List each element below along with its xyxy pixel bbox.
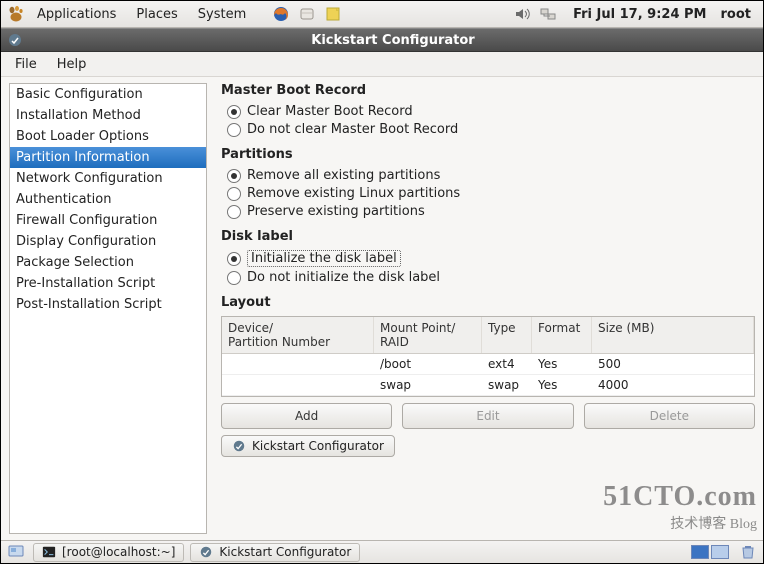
radio-clear-mbr[interactable]: Clear Master Boot Record bbox=[227, 104, 755, 119]
cell-mount: /boot bbox=[374, 354, 482, 374]
workspace-switcher[interactable] bbox=[691, 545, 729, 559]
menu-file[interactable]: File bbox=[5, 54, 47, 75]
trash-icon[interactable] bbox=[739, 543, 757, 561]
radio-label: Initialize the disk label bbox=[247, 250, 401, 267]
show-desktop-icon[interactable] bbox=[7, 543, 25, 561]
radio-icon bbox=[227, 169, 241, 183]
radio-label: Do not clear Master Boot Record bbox=[247, 122, 458, 137]
status-pill[interactable]: Kickstart Configurator bbox=[221, 435, 395, 457]
window-body: Basic Configuration Installation Method … bbox=[1, 77, 763, 540]
header-device[interactable]: Device/Partition Number bbox=[222, 317, 374, 353]
layout-header: Device/Partition Number Mount Point/RAID… bbox=[222, 317, 754, 354]
cell-format: Yes bbox=[532, 354, 592, 374]
task-terminal[interactable]: [root@localhost:~] bbox=[33, 543, 184, 562]
radio-icon bbox=[227, 123, 241, 137]
header-mount[interactable]: Mount Point/RAID bbox=[374, 317, 482, 353]
radio-icon bbox=[227, 271, 241, 285]
cell-mount: swap bbox=[374, 375, 482, 395]
nautilus-icon[interactable] bbox=[298, 5, 316, 23]
radio-icon bbox=[227, 105, 241, 119]
cell-device bbox=[222, 354, 374, 374]
kickstart-icon bbox=[199, 545, 213, 559]
table-row[interactable]: /boot ext4 Yes 500 bbox=[222, 354, 754, 375]
radio-label: Preserve existing partitions bbox=[247, 204, 425, 219]
panel-menu-system[interactable]: System bbox=[190, 4, 254, 25]
header-type[interactable]: Type bbox=[482, 317, 532, 353]
radio-icon bbox=[227, 205, 241, 219]
cell-format: Yes bbox=[532, 375, 592, 395]
sidebar-item-authentication[interactable]: Authentication bbox=[10, 189, 206, 210]
section-partitions-title: Partitions bbox=[221, 147, 755, 162]
cell-size: 500 bbox=[592, 354, 754, 374]
cell-device bbox=[222, 375, 374, 395]
sidebar: Basic Configuration Installation Method … bbox=[9, 83, 207, 534]
radio-label: Do not initialize the disk label bbox=[247, 270, 440, 285]
sidebar-item-boot-loader-options[interactable]: Boot Loader Options bbox=[10, 126, 206, 147]
sidebar-item-post-installation-script[interactable]: Post-Installation Script bbox=[10, 294, 206, 315]
sidebar-item-network-configuration[interactable]: Network Configuration bbox=[10, 168, 206, 189]
kickstart-icon bbox=[232, 439, 246, 453]
panel-menu-applications[interactable]: Applications bbox=[29, 4, 124, 25]
sidebar-item-installation-method[interactable]: Installation Method bbox=[10, 105, 206, 126]
cell-type: swap bbox=[482, 375, 532, 395]
section-mbr-title: Master Boot Record bbox=[221, 83, 755, 98]
sidebar-item-package-selection[interactable]: Package Selection bbox=[10, 252, 206, 273]
menubar: File Help bbox=[1, 52, 763, 77]
task-kickstart[interactable]: Kickstart Configurator bbox=[190, 543, 360, 562]
radio-label: Clear Master Boot Record bbox=[247, 104, 413, 119]
radio-initialize-disk-label[interactable]: Initialize the disk label bbox=[227, 250, 755, 267]
sidebar-item-pre-installation-script[interactable]: Pre-Installation Script bbox=[10, 273, 206, 294]
radio-icon bbox=[227, 252, 241, 266]
sidebar-item-basic-configuration[interactable]: Basic Configuration bbox=[10, 84, 206, 105]
radio-do-not-clear-mbr[interactable]: Do not clear Master Boot Record bbox=[227, 122, 755, 137]
radio-label: Remove all existing partitions bbox=[247, 168, 440, 183]
edit-button[interactable]: Edit bbox=[402, 403, 573, 429]
panel-user[interactable]: root bbox=[721, 7, 758, 22]
top-panel: Applications Places System Fri Jul 17, 9… bbox=[1, 1, 763, 28]
panel-menu-places[interactable]: Places bbox=[128, 4, 185, 25]
terminal-icon bbox=[42, 545, 56, 559]
sidebar-item-partition-information[interactable]: Partition Information bbox=[10, 147, 206, 168]
radio-remove-all-partitions[interactable]: Remove all existing partitions bbox=[227, 168, 755, 183]
note-icon[interactable] bbox=[324, 5, 342, 23]
kickstart-icon bbox=[7, 32, 23, 48]
task-label: [root@localhost:~] bbox=[62, 545, 175, 559]
window-titlebar[interactable]: Kickstart Configurator bbox=[1, 28, 763, 52]
add-button[interactable]: Add bbox=[221, 403, 392, 429]
radio-preserve-partitions[interactable]: Preserve existing partitions bbox=[227, 204, 755, 219]
header-size[interactable]: Size (MB) bbox=[592, 317, 754, 353]
section-disklabel-title: Disk label bbox=[221, 229, 755, 244]
layout-buttons: Add Edit Delete bbox=[221, 403, 755, 429]
sidebar-item-firewall-configuration[interactable]: Firewall Configuration bbox=[10, 210, 206, 231]
radio-do-not-initialize-disk-label[interactable]: Do not initialize the disk label bbox=[227, 270, 755, 285]
task-label: Kickstart Configurator bbox=[219, 545, 351, 559]
workspace-1[interactable] bbox=[691, 545, 709, 559]
network-icon[interactable] bbox=[539, 5, 557, 23]
menu-help[interactable]: Help bbox=[47, 54, 97, 75]
sidebar-item-display-configuration[interactable]: Display Configuration bbox=[10, 231, 206, 252]
volume-icon[interactable] bbox=[513, 5, 531, 23]
delete-button[interactable]: Delete bbox=[584, 403, 755, 429]
layout-rows: /boot ext4 Yes 500 swap swap Yes 4000 bbox=[222, 354, 754, 396]
table-row[interactable]: swap swap Yes 4000 bbox=[222, 375, 754, 396]
cell-type: ext4 bbox=[482, 354, 532, 374]
cell-size: 4000 bbox=[592, 375, 754, 395]
radio-icon bbox=[227, 187, 241, 201]
header-format[interactable]: Format bbox=[532, 317, 592, 353]
layout-table: Device/Partition Number Mount Point/RAID… bbox=[221, 316, 755, 397]
window-title: Kickstart Configurator bbox=[29, 33, 757, 48]
firefox-icon[interactable] bbox=[272, 5, 290, 23]
main-content: Master Boot Record Clear Master Boot Rec… bbox=[207, 77, 763, 540]
status-label: Kickstart Configurator bbox=[252, 439, 384, 453]
bottom-panel: [root@localhost:~] Kickstart Configurato… bbox=[1, 540, 763, 563]
radio-label: Remove existing Linux partitions bbox=[247, 186, 460, 201]
gnome-foot-icon bbox=[7, 5, 25, 23]
radio-remove-linux-partitions[interactable]: Remove existing Linux partitions bbox=[227, 186, 755, 201]
section-layout-title: Layout bbox=[221, 295, 755, 310]
workspace-2[interactable] bbox=[711, 545, 729, 559]
panel-datetime[interactable]: Fri Jul 17, 9:24 PM bbox=[563, 7, 716, 22]
